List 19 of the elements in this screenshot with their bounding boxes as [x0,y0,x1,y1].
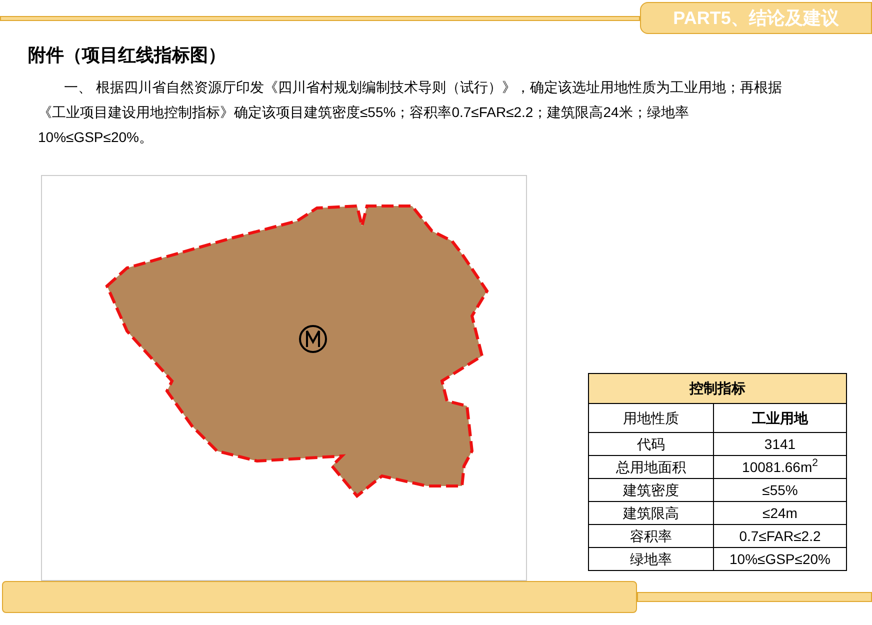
table-cell: 代码 [589,433,714,455]
table-cell-text: 0.7≤FAR≤2.2 [738,526,822,546]
page-title: 附件（项目红线指标图） [28,44,227,67]
table-cell-text: 10%≤GSP≤20% [728,550,832,568]
table-cell: 建筑密度 [589,479,714,501]
body-text: 一、 根据四川省自然资源厅印发《四川省村规划编制技术导则（试行）》，确定该选址用地性质为工业用地；再根据 [63,78,783,97]
table-cell: 容积率 [589,525,714,547]
table-cell: 用地性质 [589,404,714,432]
table-cell-text: 工业用地 [751,408,809,428]
table-cell: 绿地率 [589,548,714,570]
table-cell: 建筑限高 [589,502,714,524]
table-header: 控制指标 [589,374,846,404]
table-cell-text: 3141 [763,434,797,454]
table-cell-text: ≤55% [761,480,799,500]
table-cell: 总用地面积 [589,456,714,478]
body-text: 《工业项目建设用地控制指标》确定该项目建筑密度≤55%；容积率0.7≤FAR≤2.2；建筑限高24米；绿地率 [38,103,690,122]
table-cell-text: 10081.66m$^{2}$ [741,456,819,476]
body-text: 10%≤GSP≤20%。 [38,128,154,147]
table-cell-text: ≤24m [762,504,798,522]
